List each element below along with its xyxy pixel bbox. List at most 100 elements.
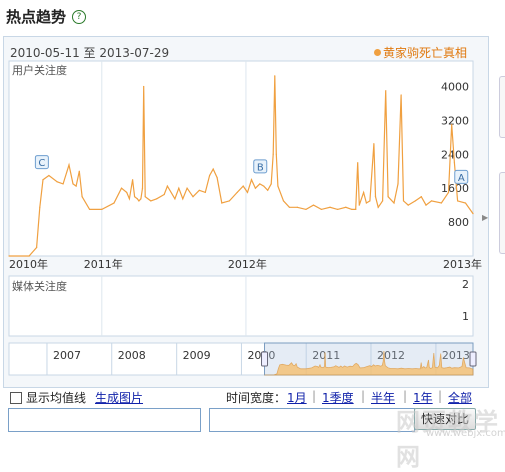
series-point bbox=[430, 200, 433, 202]
chevron-right-icon[interactable]: ▶ bbox=[482, 213, 488, 222]
series-point bbox=[141, 187, 144, 189]
overview-year-label: 2009 bbox=[183, 349, 211, 362]
series-point bbox=[312, 204, 315, 206]
y-tick-label: 800 bbox=[448, 216, 469, 229]
series-point bbox=[198, 189, 200, 191]
overview-left-handle[interactable] bbox=[261, 351, 269, 367]
trend-chart-svg: 2010年 2011年 2012年 2013年 800 1600 2400 3200 4000 用… bbox=[8, 60, 482, 376]
series-point bbox=[377, 206, 379, 208]
overview-year-label: 2008 bbox=[118, 349, 146, 362]
series-point bbox=[456, 200, 459, 202]
series-point bbox=[140, 198, 142, 200]
y-tick-label: 3200 bbox=[441, 114, 469, 127]
series-point bbox=[400, 94, 402, 96]
range-1-quarter[interactable]: 1季度 bbox=[322, 389, 354, 406]
series-point bbox=[204, 191, 206, 194]
main-plot-area bbox=[8, 60, 474, 257]
series-point bbox=[48, 174, 50, 177]
series-point bbox=[402, 200, 405, 202]
series-point bbox=[270, 183, 272, 185]
series-point bbox=[242, 185, 244, 187]
range-1-month[interactable]: 1月 bbox=[287, 389, 307, 406]
compare-keyword-input-1[interactable] bbox=[8, 408, 201, 432]
series-point bbox=[143, 85, 145, 88]
series-point bbox=[385, 90, 387, 92]
series-point bbox=[132, 179, 134, 181]
series-point bbox=[453, 162, 456, 164]
series-point bbox=[62, 183, 64, 185]
series-point bbox=[182, 198, 184, 200]
series-point bbox=[236, 191, 238, 194]
series-point bbox=[274, 75, 276, 77]
range-separator: | bbox=[403, 389, 408, 403]
annotation-label: B bbox=[257, 162, 264, 173]
series-point bbox=[8, 255, 10, 257]
series-point bbox=[136, 198, 138, 200]
series-point bbox=[78, 170, 80, 172]
series-point bbox=[472, 213, 474, 215]
range-separator: | bbox=[361, 389, 366, 403]
series-point bbox=[357, 162, 359, 164]
media-y-tick-label: 2 bbox=[462, 278, 469, 291]
generate-image-link[interactable]: 生成图片 bbox=[95, 389, 143, 406]
series-point bbox=[277, 185, 279, 187]
series-point bbox=[272, 153, 274, 155]
series-point bbox=[254, 187, 257, 189]
series-point bbox=[246, 191, 249, 194]
range-separator: | bbox=[312, 389, 317, 403]
series-point bbox=[42, 179, 44, 181]
series-point bbox=[259, 183, 261, 185]
overview-year-label: 2007 bbox=[53, 349, 81, 362]
series-point bbox=[369, 200, 371, 202]
average-line-label: 显示均值线 bbox=[26, 391, 87, 405]
series-point bbox=[365, 202, 367, 204]
series-point bbox=[174, 198, 176, 200]
series-point bbox=[75, 185, 77, 187]
series-point bbox=[440, 202, 443, 204]
series-point bbox=[345, 206, 347, 208]
average-line-checkbox[interactable] bbox=[10, 392, 22, 404]
series-point bbox=[355, 208, 357, 210]
side-tab-top[interactable] bbox=[499, 76, 505, 138]
series-point bbox=[358, 204, 360, 206]
series-point bbox=[296, 206, 298, 208]
series-point bbox=[393, 202, 395, 204]
main-ylabel: 用户关注度 bbox=[12, 63, 67, 77]
compare-keyword-input-2[interactable] bbox=[209, 408, 415, 432]
series-point bbox=[39, 206, 41, 208]
side-tab-middle[interactable] bbox=[499, 172, 505, 254]
series-point bbox=[397, 183, 399, 185]
media-plot-area bbox=[8, 275, 474, 337]
range-half-year[interactable]: 半年 bbox=[371, 389, 395, 406]
series-point bbox=[120, 187, 123, 189]
series-point bbox=[305, 208, 307, 210]
series-point bbox=[128, 198, 131, 200]
series-point bbox=[282, 200, 285, 202]
series-point bbox=[228, 200, 230, 202]
series-point bbox=[138, 200, 140, 202]
series-point bbox=[447, 191, 450, 194]
media-ylabel: 媒体关注度 bbox=[12, 279, 67, 293]
series-point bbox=[192, 196, 194, 198]
series-point bbox=[156, 198, 158, 200]
series-point bbox=[288, 206, 290, 208]
overview-right-handle[interactable] bbox=[469, 351, 477, 367]
series-point bbox=[56, 181, 58, 183]
series-point bbox=[216, 176, 218, 179]
y-tick-label: 4000 bbox=[441, 80, 469, 93]
series-point bbox=[178, 187, 180, 189]
x-tick-label: 2013年 bbox=[443, 257, 482, 271]
series-point bbox=[144, 196, 146, 198]
series-point bbox=[329, 206, 331, 208]
series-point bbox=[250, 179, 253, 181]
series-point bbox=[28, 255, 30, 257]
series-point bbox=[351, 208, 353, 210]
series-point bbox=[425, 204, 427, 206]
series-point bbox=[126, 191, 128, 194]
series-point bbox=[381, 200, 384, 202]
range-separator: | bbox=[438, 389, 443, 403]
annotation-label: A bbox=[458, 173, 465, 184]
annotation-label: C bbox=[38, 158, 45, 169]
series-point bbox=[363, 191, 365, 194]
series-point bbox=[88, 208, 91, 210]
